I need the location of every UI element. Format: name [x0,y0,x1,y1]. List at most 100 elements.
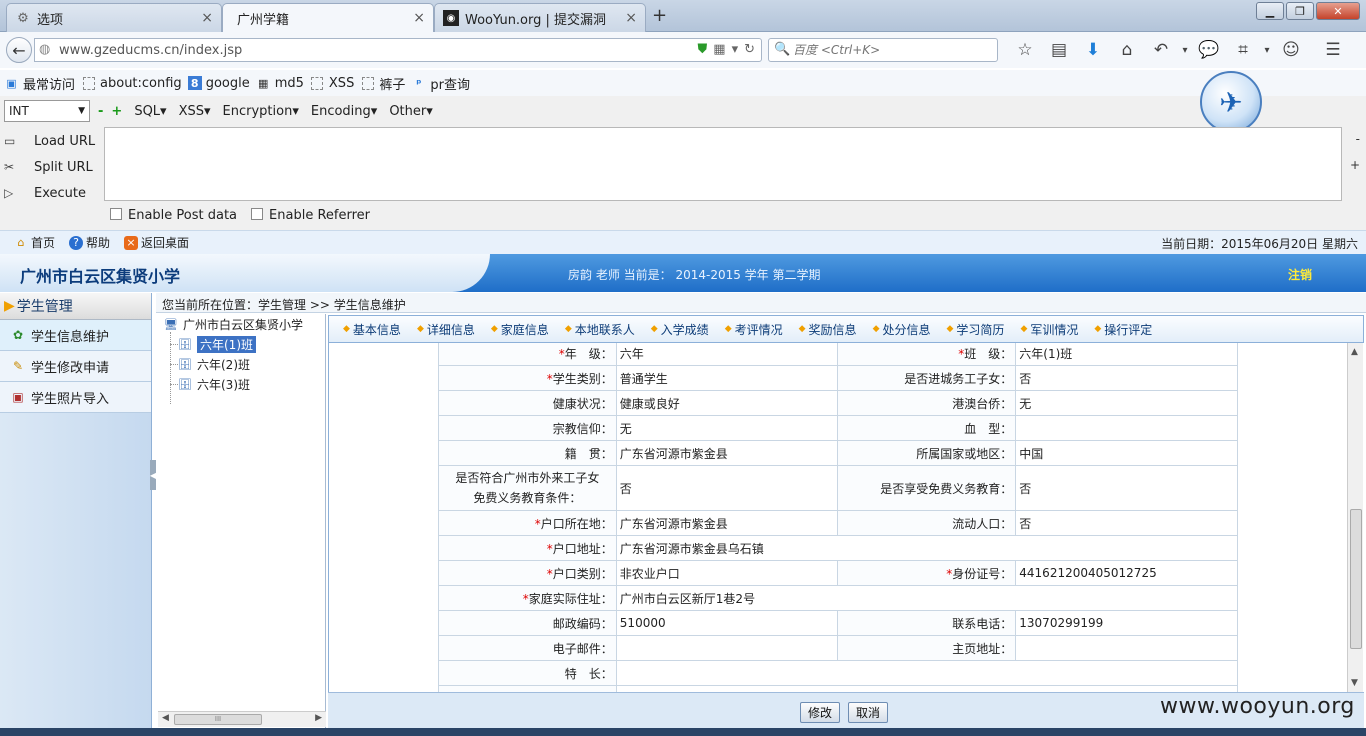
tree-node-class-1[interactable]: 🗄 六年(1)班 [178,335,256,353]
form-row: *家庭实际住址： 广州市白云区新厅1巷2号 [438,585,1239,611]
scroll-up-icon[interactable]: ▲ [1351,347,1358,357]
scroll-right-icon[interactable]: ▶ [315,713,322,723]
chevron-down-icon[interactable]: ▾ [1260,40,1274,60]
scroll-thumb[interactable] [1350,509,1362,649]
tab-guangzhou-xueji[interactable]: 广州学籍 × [222,3,434,33]
encoding-menu[interactable]: Encoding▾ [311,104,377,119]
dropdown-icon[interactable]: ▾ [732,42,739,57]
reading-list-icon[interactable]: ▤ [1042,40,1076,60]
scroll-thumb[interactable]: III [174,714,262,725]
xss-menu[interactable]: XSS▾ [179,104,211,119]
form-row: *年 级： 六年 *班 级： 六年(1)班 [438,343,1238,366]
sidebar-item-photo-import[interactable]: ▣ 学生照片导入 [0,382,151,413]
hackbar-type-select[interactable]: INT ▼ [4,100,90,122]
load-url-icon: ▭ [4,134,16,148]
country-label: 所属国家或地区： [837,440,1017,466]
tab-local-contact[interactable]: ◆ 本地联系人 [565,321,635,338]
sidebar-title[interactable]: ▶ 学生管理 [0,293,151,320]
desktop-link[interactable]: × 返回桌面 [124,234,189,251]
new-tab-button[interactable]: + [652,5,667,26]
hukou-place-label: *户口所在地： [438,510,617,536]
bookmark-kuzi[interactable]: 裤子 [360,74,405,93]
tab-awards[interactable]: ◆ 奖励信息 [799,321,857,338]
shield-icon[interactable]: ⛊ [698,42,708,57]
other-menu[interactable]: Other▾ [389,104,432,119]
crop-icon[interactable]: ⌗ [1226,40,1260,60]
plus-icon[interactable]: + [111,104,122,119]
undo-icon[interactable]: ↶ [1144,40,1178,60]
tree-node-class-2[interactable]: 🗄 六年(2)班 [178,355,250,373]
tab-conduct[interactable]: ◆ 操行评定 [1094,321,1152,338]
minimize-button[interactable]: ▁ [1256,2,1284,20]
tab-detail-info[interactable]: ◆ 详细信息 [417,321,475,338]
tab-wooyun[interactable]: ◉ WooYun.org | 提交漏洞 × [434,3,646,32]
tab-family-info[interactable]: ◆ 家庭信息 [491,321,549,338]
url-input[interactable] [59,41,699,59]
blank-page-icon [360,76,375,91]
sidebar-item-modify-request[interactable]: ✎ 学生修改申请 [0,351,151,382]
back-button[interactable]: ← [6,37,32,63]
split-url-button[interactable]: ✂ Split URL [4,154,95,180]
bullet-icon: ◆ [1020,324,1028,334]
menu-icon[interactable]: ☰ [1316,40,1350,60]
tab-basic-info[interactable]: ◆ 基本信息 [343,321,401,338]
tree-root[interactable]: 🖥 广州市白云区集贤小学 [164,315,303,333]
execute-button[interactable]: ▷ Execute [4,180,95,206]
home-link[interactable]: ⌂ 首页 [14,234,56,251]
grade-label: *年 级： [438,343,617,366]
chevron-down-icon[interactable]: ▾ [1178,40,1192,60]
tab-punishments[interactable]: ◆ 处分信息 [873,321,931,338]
tree-node-class-3[interactable]: 🗄 六年(3)班 [178,375,250,393]
hackbar-url-textarea[interactable] [104,127,1342,201]
load-url-button[interactable]: ▭ Load URL [4,128,95,154]
tab-entrance-score[interactable]: ◆ 入学成绩 [651,321,709,338]
breadcrumb: 您当前所在位置：学生管理 >> 学生信息维护 [156,293,1366,313]
qr-code-icon[interactable]: ▦ [713,42,725,57]
home-icon[interactable]: ⌂ [1110,40,1144,60]
sidebar-item-student-info[interactable]: ✿ 学生信息维护 [0,320,151,351]
wooyun-bird-logo-icon: ✈ [1200,71,1262,133]
smiley-icon[interactable]: ☺ [1274,40,1308,60]
pr-icon: ᵖ [416,76,422,90]
tab-military-training[interactable]: ◆ 军训情况 [1020,321,1078,338]
edit-button[interactable]: 修改 [800,702,841,723]
scroll-left-icon[interactable]: ◀ [162,713,169,723]
tree-horizontal-scrollbar[interactable]: ◀ III ▶ [158,711,326,727]
bookmark-star-icon[interactable]: ☆ [1008,40,1042,60]
search-input[interactable] [793,41,993,59]
close-icon[interactable]: × [413,10,425,26]
close-window-button[interactable]: ✕ [1316,2,1360,20]
bookmark-md5[interactable]: ▦ md5 [256,76,304,91]
tab-evaluation[interactable]: ◆ 考评情况 [725,321,783,338]
bookmark-most-visited[interactable]: ▣ 最常访问 [4,74,75,93]
help-link[interactable]: ? 帮助 [69,234,110,251]
bookmark-xss[interactable]: XSS [310,76,354,91]
tab-study-resume[interactable]: ◆ 学习简历 [947,321,1005,338]
cancel-button[interactable]: 取消 [848,702,889,723]
chat-icon[interactable]: 💬 [1192,40,1226,60]
close-icon[interactable]: × [625,10,637,26]
grow-button[interactable]: + [1350,158,1360,172]
reload-icon[interactable]: ↻ [744,42,755,57]
restore-button[interactable]: ❐ [1286,2,1314,20]
search-bar[interactable]: 🔍 [768,38,998,62]
enable-post-checkbox[interactable]: Enable Post data [110,208,237,223]
encryption-menu[interactable]: Encryption▾ [223,104,299,119]
url-bar[interactable]: ◍ ⛊ ▦ ▾ ↻ [34,38,762,62]
close-icon[interactable]: × [201,10,213,26]
scroll-down-icon[interactable]: ▼ [1351,678,1358,688]
shrink-button[interactable]: - [1356,132,1360,146]
bookmarks-bar: ▣ 最常访问 about:config 8 google ▦ md5 XSS 裤… [0,70,1366,96]
tab-options[interactable]: ⚙ 选项 × [6,3,222,32]
compulsory-value: 否 [615,465,839,511]
sql-menu[interactable]: SQL▾ [134,104,166,119]
bookmark-about-config[interactable]: about:config [81,76,182,91]
bookmark-pr-query[interactable]: ᵖ pr查询 [411,74,470,93]
native-label: 籍 贯： [438,440,617,466]
download-icon[interactable]: ⬇ [1076,40,1110,60]
logout-link[interactable]: 注销 [1288,266,1312,283]
bookmark-google[interactable]: 8 google [187,76,250,91]
minus-icon[interactable]: - [98,104,103,119]
enable-referrer-checkbox[interactable]: Enable Referrer [251,208,370,223]
form-vertical-scrollbar[interactable]: ▲ ▼ [1347,343,1363,692]
